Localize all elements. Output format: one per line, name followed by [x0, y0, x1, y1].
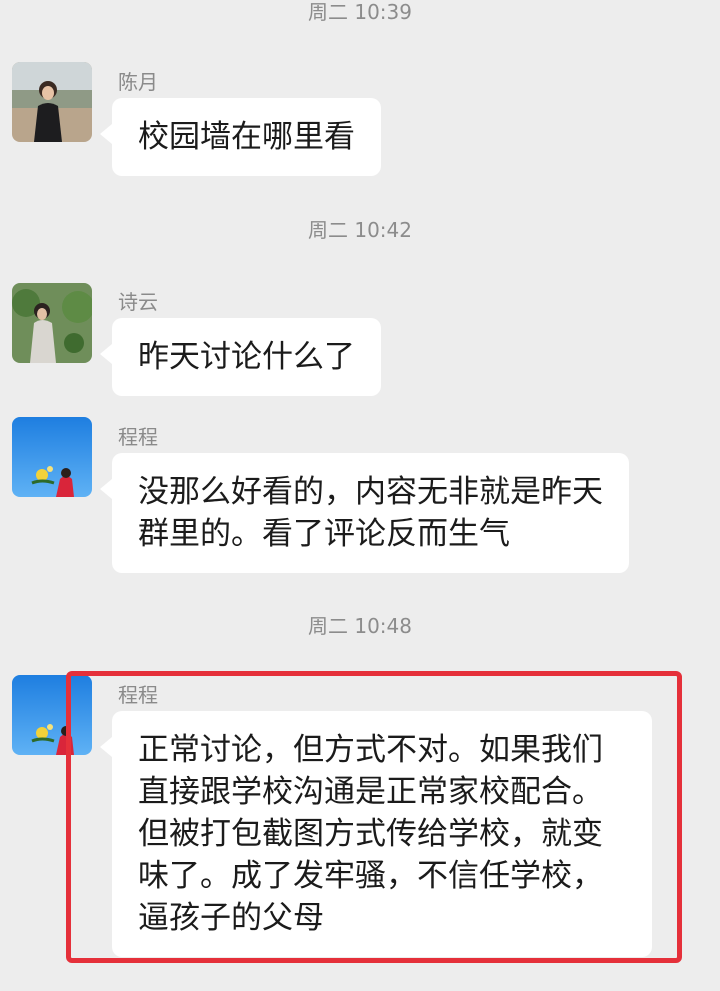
message-text-line: 群里的。看了评论反而生气: [138, 516, 510, 552]
sender-name: 陈月: [118, 70, 158, 94]
timestamp: 周二 10:39: [308, 0, 412, 24]
message-text: 昨天讨论什么了: [138, 339, 355, 375]
avatar[interactable]: [12, 675, 92, 755]
message-bubble[interactable]: 正常讨论，但方式不对。如果我们 直接跟学校沟通是正常家校配合。 但被打包截图方式…: [100, 711, 652, 957]
message-text-line: 味了。成了发牢骚，不信任学校，: [138, 858, 603, 894]
message-text-line: 正常讨论，但方式不对。如果我们: [138, 732, 603, 768]
sender-name: 程程: [118, 683, 158, 707]
message-text-line: 但被打包截图方式传给学校，就变: [138, 816, 603, 852]
avatar[interactable]: [12, 417, 92, 497]
message-text: 校园墙在哪里看: [138, 119, 355, 155]
timestamp: 周二 10:48: [308, 614, 412, 638]
message-text-line: 直接跟学校沟通是正常家校配合。: [138, 774, 603, 810]
message-text-line: 没那么好看的，内容无非就是昨天: [138, 474, 603, 510]
timestamp: 周二 10:42: [308, 218, 412, 242]
message-bubble[interactable]: 没那么好看的，内容无非就是昨天 群里的。看了评论反而生气: [100, 453, 629, 573]
message-text-line: 逼孩子的父母: [138, 900, 324, 936]
sender-name: 诗云: [118, 290, 158, 314]
message-bubble[interactable]: 校园墙在哪里看: [100, 98, 381, 176]
avatar[interactable]: [12, 62, 92, 142]
message-bubble[interactable]: 昨天讨论什么了: [100, 318, 381, 396]
avatar[interactable]: [12, 283, 92, 363]
sender-name: 程程: [118, 425, 158, 449]
